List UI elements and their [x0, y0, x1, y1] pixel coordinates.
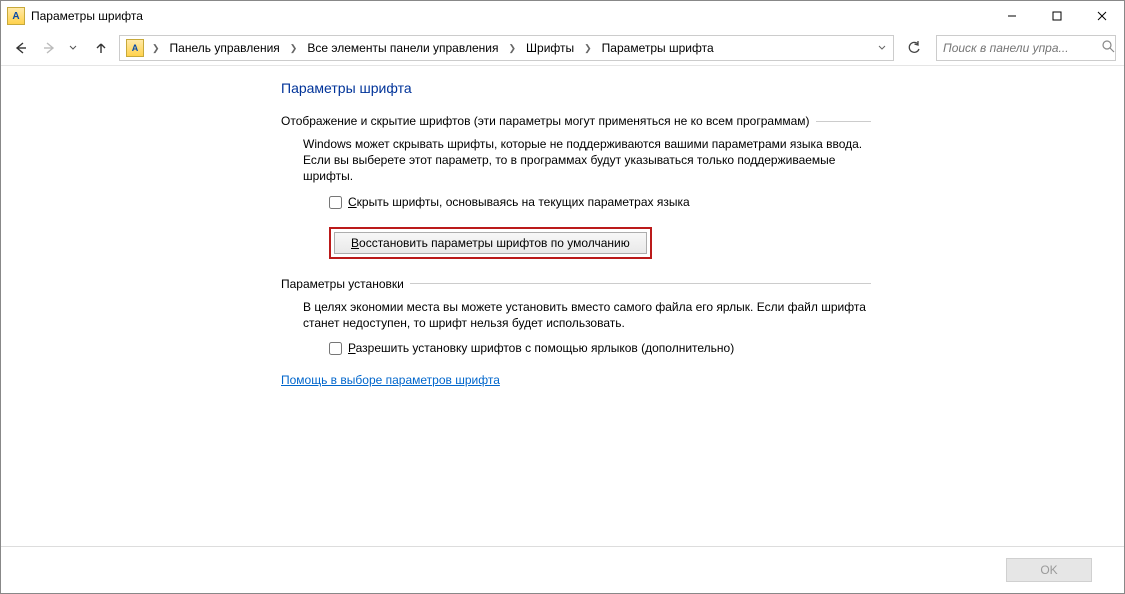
window-controls: [989, 1, 1124, 31]
content-area: Параметры шрифта Отображение и скрытие ш…: [1, 66, 1124, 546]
fonts-folder-icon: A: [126, 39, 144, 57]
breadcrumb-item[interactable]: Шрифты: [520, 36, 580, 60]
titlebar: A Параметры шрифта: [1, 1, 1124, 31]
checkbox-label: Скрыть шрифты, основываясь на текущих па…: [348, 195, 690, 209]
search-input[interactable]: [941, 40, 1102, 56]
chevron-right-icon[interactable]: ❯: [286, 43, 302, 54]
maximize-icon: [1052, 11, 1062, 21]
section-rule: [816, 121, 872, 122]
footer: OK: [1, 546, 1124, 593]
hide-fonts-checkbox[interactable]: [329, 196, 342, 209]
restore-defaults-button[interactable]: Восстановить параметры шрифтов по умолча…: [334, 232, 647, 254]
chevron-right-icon[interactable]: ❯: [504, 43, 520, 54]
up-button[interactable]: [89, 36, 113, 60]
chevron-right-icon[interactable]: ❯: [580, 43, 596, 54]
hide-fonts-checkbox-row[interactable]: Скрыть шрифты, основываясь на текущих па…: [329, 195, 871, 209]
search-box[interactable]: [936, 35, 1116, 61]
chevron-down-icon: [69, 44, 77, 52]
section-description: В целях экономии места вы можете установ…: [303, 299, 871, 331]
breadcrumb-item[interactable]: Параметры шрифта: [596, 36, 720, 60]
restore-highlight: Восстановить параметры шрифтов по умолча…: [329, 227, 652, 259]
section-header: Отображение и скрытие шрифтов (эти парам…: [281, 114, 871, 128]
page-title: Параметры шрифта: [281, 80, 871, 96]
breadcrumbs: Панель управления ❯ Все элементы панели …: [164, 36, 873, 60]
search-icon: [1102, 40, 1115, 56]
window: A Параметры шрифта A: [0, 0, 1125, 594]
allow-shortcut-install-checkbox[interactable]: [329, 342, 342, 355]
minimize-icon: [1007, 11, 1017, 21]
help-link[interactable]: Помощь в выборе параметров шрифта: [281, 373, 500, 387]
arrow-left-icon: [14, 41, 28, 55]
fonts-folder-icon: A: [7, 7, 25, 25]
recent-locations-dropdown[interactable]: [65, 36, 81, 60]
address-history-dropdown[interactable]: [873, 36, 891, 60]
window-title: Параметры шрифта: [31, 9, 143, 23]
navbar: A ❯ Панель управления ❯ Все элементы пан…: [1, 31, 1124, 65]
chevron-right-icon[interactable]: ❯: [148, 43, 164, 54]
refresh-button[interactable]: [902, 36, 926, 60]
close-button[interactable]: [1079, 1, 1124, 31]
section-description: Windows может скрывать шрифты, которые н…: [303, 136, 871, 185]
section-label: Параметры установки: [281, 277, 410, 291]
close-icon: [1097, 11, 1107, 21]
section-header: Параметры установки: [281, 277, 871, 291]
allow-shortcut-install-checkbox-row[interactable]: Разрешить установку шрифтов с помощью яр…: [329, 341, 871, 355]
ok-button[interactable]: OK: [1006, 558, 1092, 582]
arrow-right-icon: [42, 41, 56, 55]
address-bar[interactable]: A ❯ Панель управления ❯ Все элементы пан…: [119, 35, 894, 61]
back-button[interactable]: [9, 36, 33, 60]
section-label: Отображение и скрытие шрифтов (эти парам…: [281, 114, 816, 128]
chevron-down-icon: [878, 44, 886, 52]
refresh-icon: [907, 41, 921, 55]
maximize-button[interactable]: [1034, 1, 1079, 31]
forward-button[interactable]: [37, 36, 61, 60]
arrow-up-icon: [94, 41, 108, 55]
breadcrumb-item[interactable]: Панель управления: [164, 36, 286, 60]
minimize-button[interactable]: [989, 1, 1034, 31]
breadcrumb-item[interactable]: Все элементы панели управления: [301, 36, 504, 60]
section-rule: [410, 283, 871, 284]
checkbox-label: Разрешить установку шрифтов с помощью яр…: [348, 341, 734, 355]
